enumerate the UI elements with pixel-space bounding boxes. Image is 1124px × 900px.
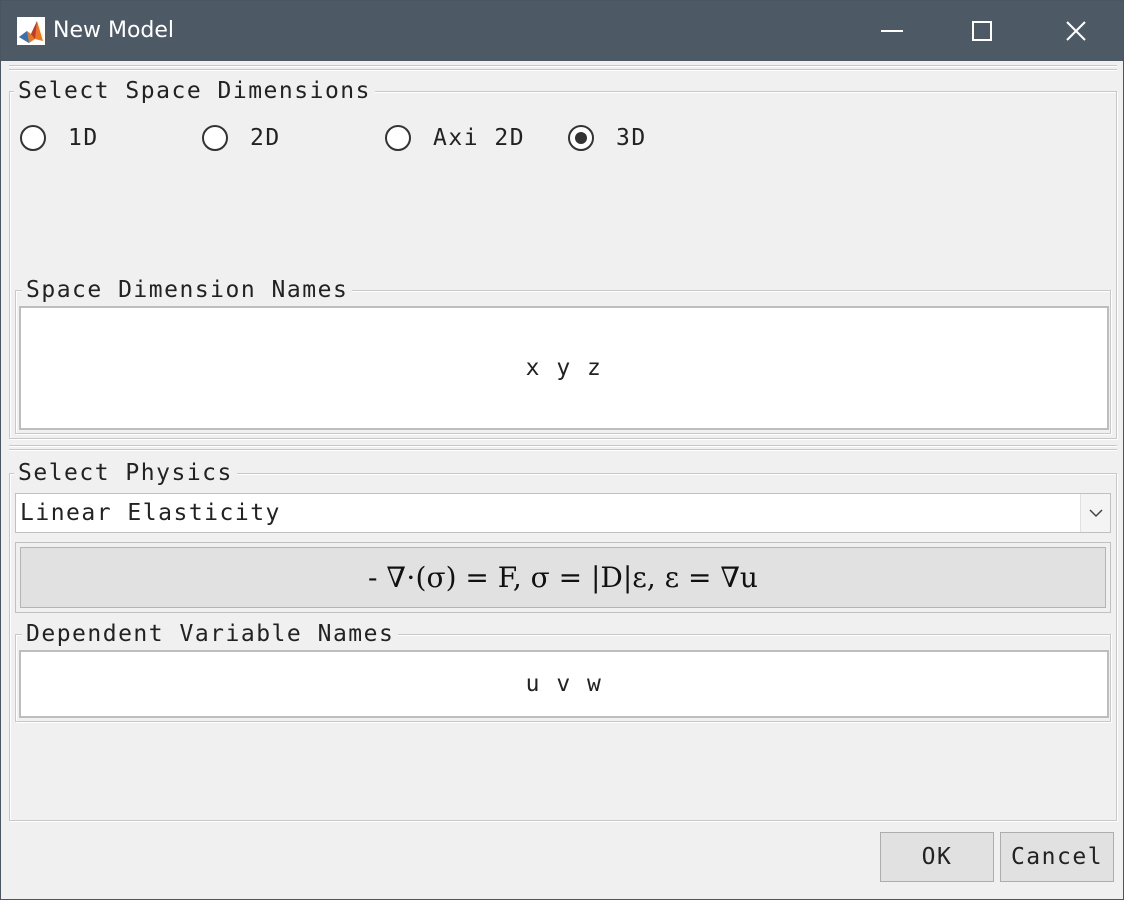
chevron-down-icon	[1088, 509, 1103, 518]
middle-separator-2	[9, 449, 1117, 451]
physics-select-arrow[interactable]	[1080, 494, 1110, 532]
physics-select-value: Linear Elasticity	[20, 500, 281, 526]
equation-frame: - ∇⋅(σ) = F, σ = |D|ε, ε = ∇u	[15, 542, 1111, 613]
physics-title: Select Physics	[14, 460, 237, 486]
radio-3d-selected-dot	[575, 132, 587, 144]
top-separator-2	[9, 69, 1117, 71]
ok-button[interactable]: OK	[880, 832, 994, 882]
minimize-button[interactable]	[847, 1, 937, 61]
maximize-button[interactable]	[937, 1, 1027, 61]
maximize-icon	[972, 21, 992, 41]
radio-3d-circle[interactable]	[568, 125, 594, 151]
radio-axi-2d-label: Axi 2D	[433, 125, 526, 151]
radio-axi-2d[interactable]: Axi 2D	[385, 125, 525, 151]
physics-equation: - ∇⋅(σ) = F, σ = |D|ε, ε = ∇u	[20, 547, 1106, 608]
dependent-variable-names-input[interactable]: u v w	[19, 650, 1109, 718]
radio-3d-label: 3D	[616, 125, 647, 151]
close-button[interactable]	[1031, 1, 1121, 61]
minimize-icon	[881, 30, 903, 32]
space-dimensions-title: Select Space Dimensions	[14, 78, 375, 104]
window-title: New Model	[53, 18, 175, 43]
space-dimension-names-input[interactable]: x y z	[19, 306, 1109, 430]
radio-axi-2d-circle[interactable]	[385, 125, 411, 151]
middle-separator	[9, 445, 1117, 447]
title-bar[interactable]: New Model	[1, 1, 1123, 61]
cancel-button[interactable]: Cancel	[1000, 832, 1114, 882]
radio-2d[interactable]: 2D	[202, 125, 281, 151]
dependent-variable-names-title: Dependent Variable Names	[22, 621, 399, 647]
radio-2d-label: 2D	[250, 125, 281, 151]
top-separator	[9, 65, 1117, 67]
radio-2d-circle[interactable]	[202, 125, 228, 151]
close-icon	[1066, 21, 1086, 41]
physics-select[interactable]: Linear Elasticity	[15, 493, 1111, 533]
space-dimension-names-title: Space Dimension Names	[22, 277, 353, 303]
radio-1d-label: 1D	[68, 125, 99, 151]
radio-1d[interactable]: 1D	[20, 125, 99, 151]
new-model-dialog: New Model Select Space Dimensions 1D 2D …	[0, 0, 1124, 900]
radio-3d[interactable]: 3D	[568, 125, 647, 151]
matlab-icon	[17, 17, 45, 45]
radio-1d-circle[interactable]	[20, 125, 46, 151]
